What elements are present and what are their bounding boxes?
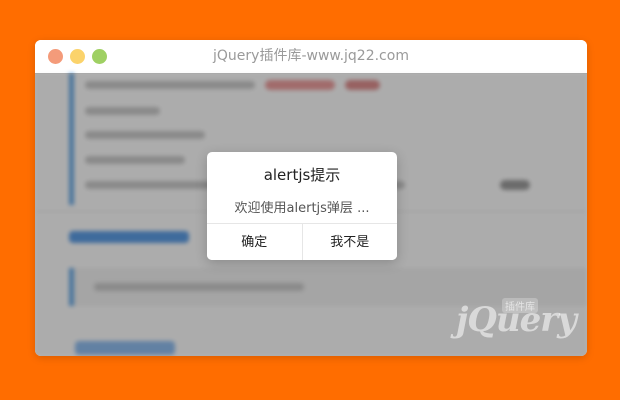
confirm-button[interactable]: 确定 — [207, 224, 302, 260]
dialog-title: alertjs提示 — [263, 166, 341, 184]
cancel-button[interactable]: 我不是 — [301, 224, 397, 260]
window-titlebar: jQuery插件库-www.jq22.com — [35, 40, 587, 74]
watermark-tag: 插件库 — [502, 298, 538, 313]
dialog-button-row: 确定 我不是 — [207, 223, 397, 260]
window-title: jQuery插件库-www.jq22.com — [213, 48, 409, 64]
alert-dialog: alertjs提示 欢迎使用alertjs弹层 ... 确定 我不是 — [207, 152, 397, 260]
dialog-message: 欢迎使用alertjs弹层 ... — [234, 201, 370, 216]
